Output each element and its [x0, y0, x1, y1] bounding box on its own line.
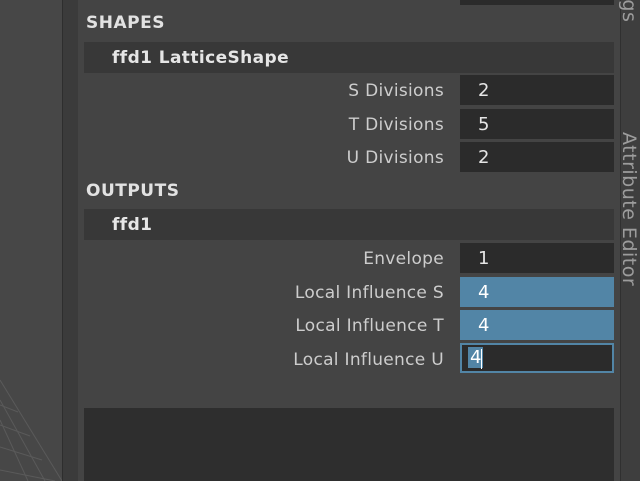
attribute-editor-panel: SHAPES ffd1 LatticeShape S Divisions 2 T…	[78, 0, 620, 481]
field-local-influence-s[interactable]: 4	[460, 277, 614, 307]
text-caret	[481, 349, 482, 369]
field-value: 5	[478, 114, 490, 135]
attr-label-t-divisions: T Divisions	[348, 115, 444, 135]
side-tab-tool-settings[interactable]: Tool Settings	[618, 0, 640, 22]
field-value: 1	[478, 248, 490, 269]
field-local-influence-t[interactable]: 4	[460, 310, 614, 340]
field-value: 4	[478, 282, 490, 303]
field-t-divisions[interactable]: 5	[460, 109, 614, 139]
section-header-shapes[interactable]: SHAPES	[86, 13, 165, 33]
attr-label-envelope: Envelope	[363, 249, 444, 269]
side-tab-strip: Tool Settings Attribute Editor	[618, 0, 640, 481]
field-value: 2	[478, 147, 490, 168]
attr-label-local-influence-s: Local Influence S	[294, 283, 444, 303]
side-tab-attribute-editor[interactable]: Attribute Editor	[618, 132, 640, 286]
node-label: ffd1	[112, 215, 153, 235]
field-envelope[interactable]: 1	[460, 243, 614, 273]
field-u-divisions[interactable]: 2	[460, 142, 614, 172]
attr-label-s-divisions: S Divisions	[348, 81, 444, 101]
attr-label-local-influence-t: Local Influence T	[295, 316, 444, 336]
node-bar-lattice-shape[interactable]: ffd1 LatticeShape	[84, 42, 614, 73]
attr-label-local-influence-u: Local Influence U	[293, 350, 444, 370]
field-s-divisions[interactable]: 2	[460, 75, 614, 105]
panel-splitter[interactable]	[62, 0, 79, 481]
field-value: 2	[478, 80, 490, 101]
field-value: 4	[478, 315, 490, 336]
node-label: ffd1 LatticeShape	[112, 48, 290, 68]
notes-area[interactable]	[84, 408, 614, 481]
field-local-influence-u[interactable]: 4	[460, 343, 614, 373]
viewport-3d[interactable]	[0, 0, 62, 481]
node-bar-ffd1[interactable]: ffd1	[84, 209, 614, 240]
section-header-outputs[interactable]: OUTPUTS	[86, 181, 179, 201]
field-above[interactable]	[460, 0, 614, 5]
viewport-grid	[0, 379, 62, 481]
attr-label-u-divisions: U Divisions	[346, 148, 444, 168]
